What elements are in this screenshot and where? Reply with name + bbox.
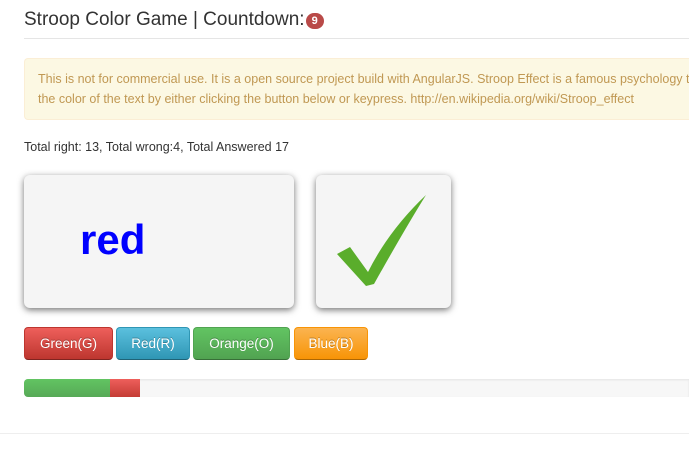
blue-button[interactable]: Blue(B) [294, 327, 368, 360]
alert-line-1: This is not for commercial use. It is a … [38, 72, 689, 86]
alert-line-2: the color of the text by either clicking… [38, 92, 634, 106]
progress-wrong-bar [110, 379, 140, 397]
score-progress [24, 379, 689, 397]
orange-button[interactable]: Orange(O) [193, 327, 290, 360]
red-button[interactable]: Red(R) [116, 327, 190, 360]
stroop-word: red [80, 216, 146, 263]
title-text: Stroop Color Game | Countdown: [24, 9, 305, 30]
page-title: Stroop Color Game | Countdown: 9 [24, 9, 324, 31]
checkmark-icon [337, 195, 426, 286]
green-button[interactable]: Green(G) [24, 327, 113, 360]
page-header: Stroop Color Game | Countdown: 9 [24, 0, 689, 39]
countdown-badge: 9 [305, 13, 324, 29]
feedback-card [316, 175, 451, 308]
info-alert: This is not for commercial use. It is a … [24, 58, 689, 120]
score-summary: Total right: 13, Total wrong:4, Total An… [24, 140, 289, 154]
progress-right-bar [24, 379, 110, 397]
word-card: red [24, 175, 294, 308]
footer-divider [0, 433, 689, 434]
